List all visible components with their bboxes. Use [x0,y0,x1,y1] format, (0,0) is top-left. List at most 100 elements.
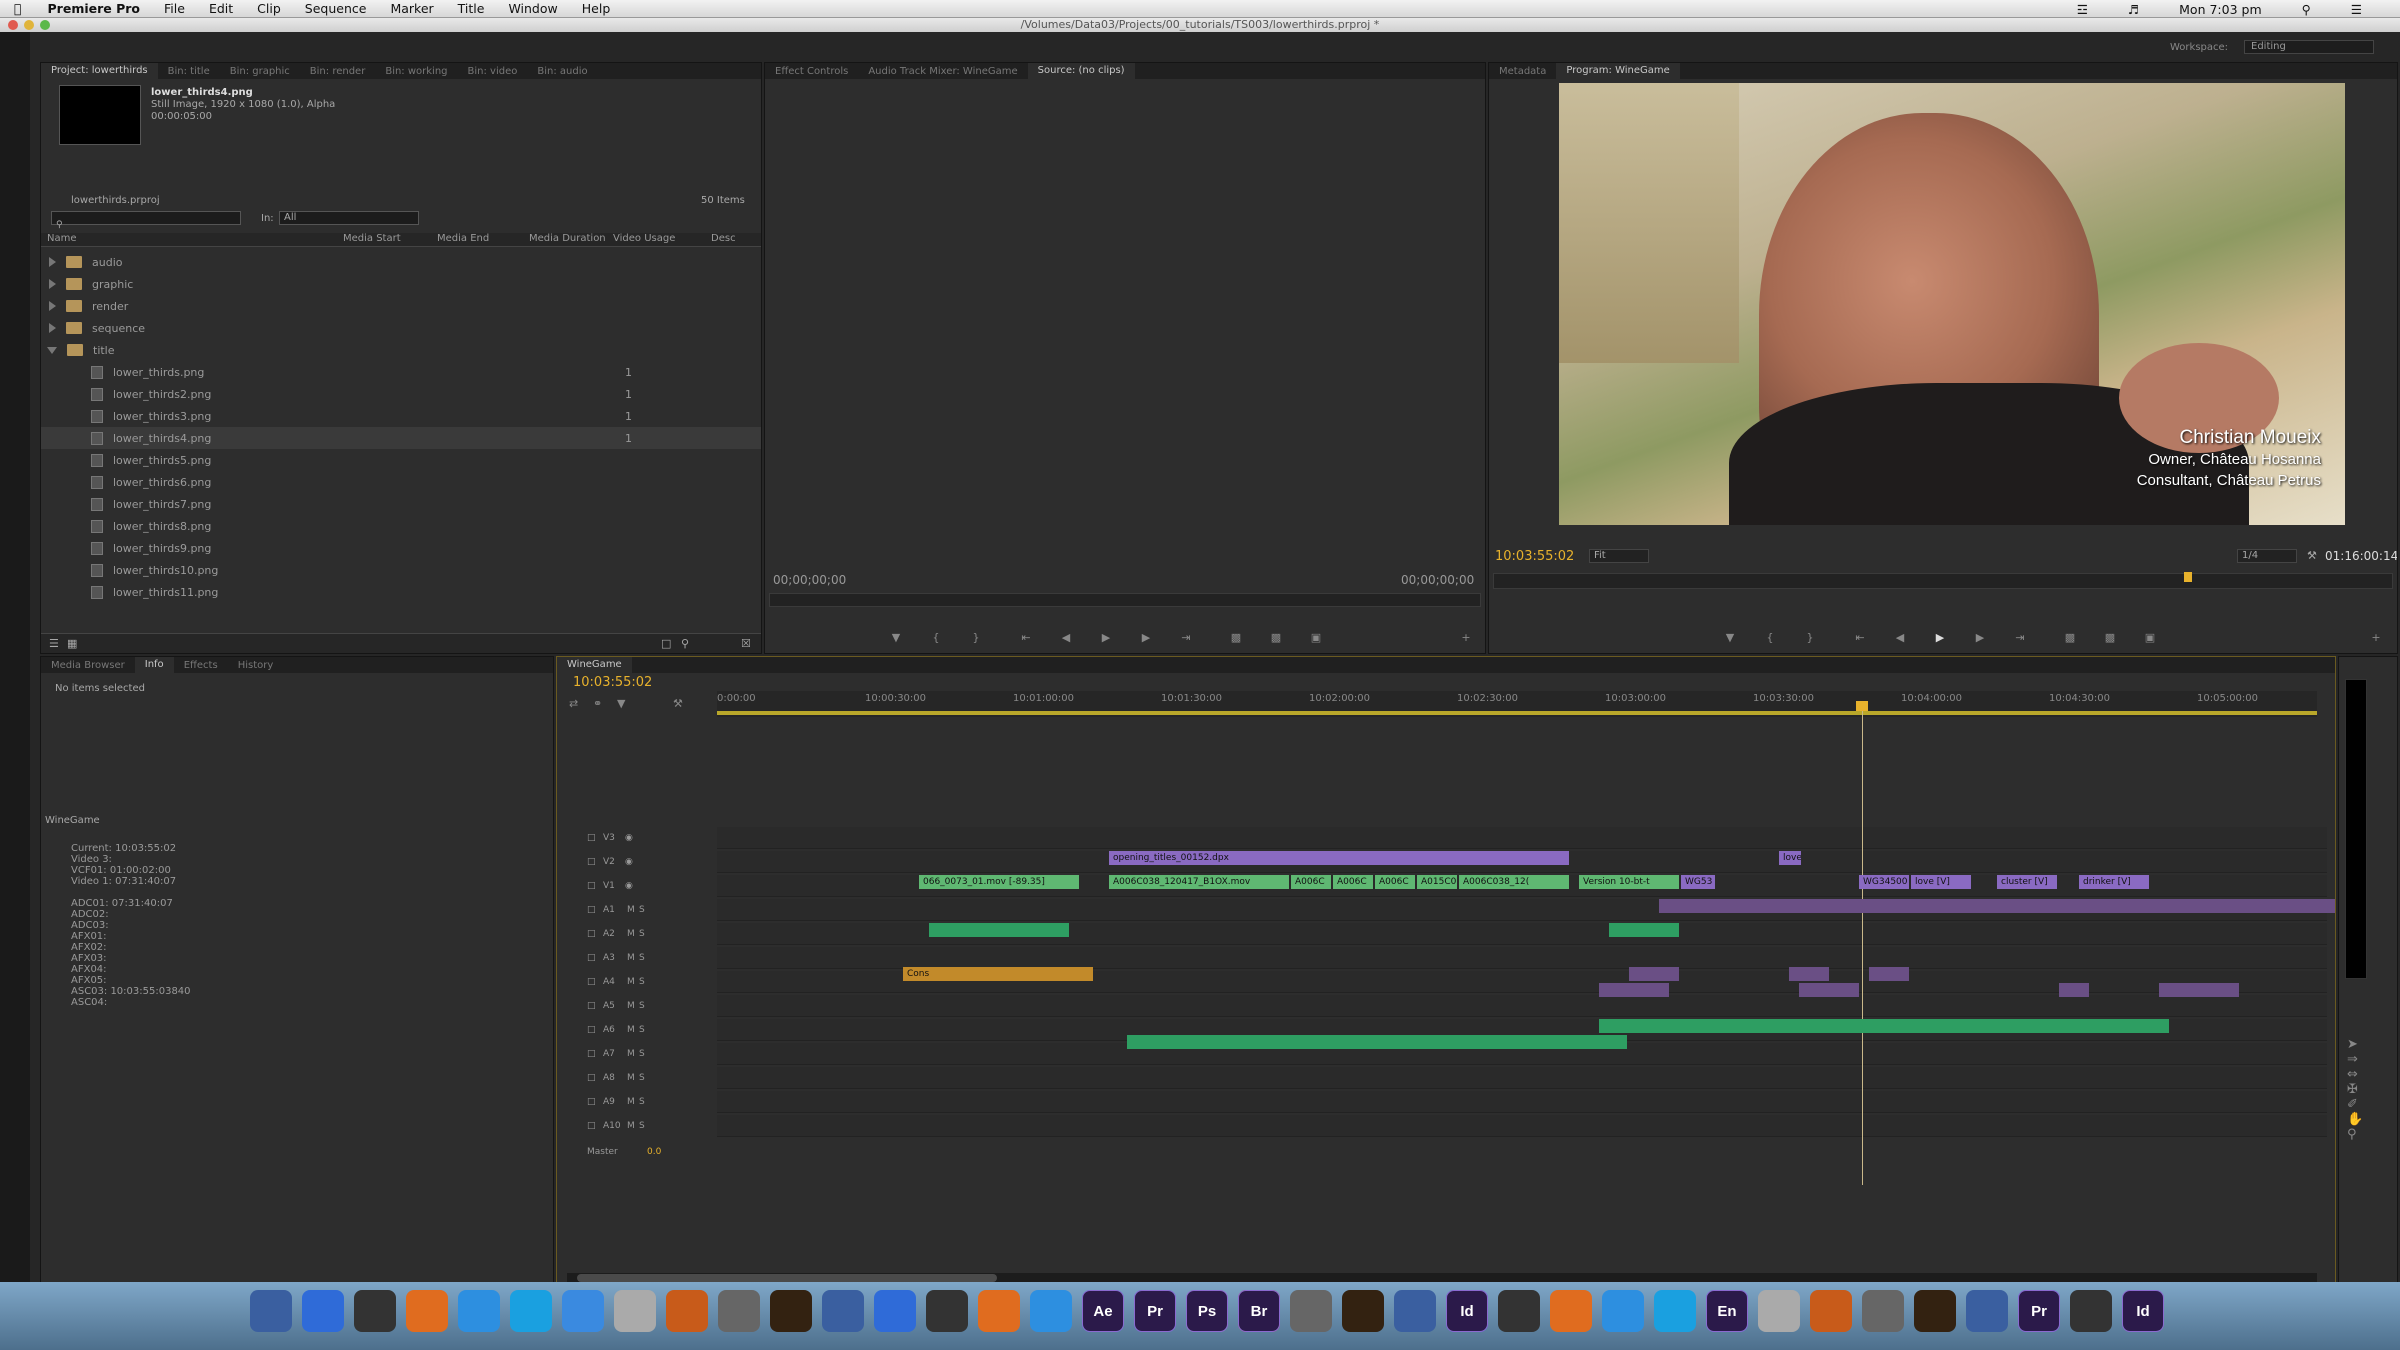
tab-sequence[interactable]: WineGame [557,657,632,673]
playhead-line[interactable] [1862,705,1863,1185]
audio-clip[interactable] [1599,983,1669,997]
mute-icon[interactable]: M [627,1073,639,1083]
source-scrubber[interactable] [769,593,1481,607]
eye-icon[interactable]: ◉ [625,857,639,867]
prog-add-button-icon[interactable]: + [2365,631,2387,647]
dock-app-icon[interactable] [666,1290,708,1332]
minimize-window-button[interactable] [24,20,34,30]
dock-app-icon[interactable] [614,1290,656,1332]
tab-bin-working[interactable]: Bin: working [375,66,457,77]
dock-app-icon[interactable] [874,1290,916,1332]
dock-app-icon[interactable] [1758,1290,1800,1332]
list-item[interactable]: lower_thirds5.png [41,449,761,471]
tab-media-browser[interactable]: Media Browser [41,660,135,671]
icon-view-icon[interactable]: ▦ [67,637,77,650]
dock-app-icon[interactable] [2070,1290,2112,1332]
audio-clip[interactable] [1659,899,2335,913]
mute-icon[interactable]: M [627,1025,639,1035]
dock-app-icon[interactable] [1550,1290,1592,1332]
audio-clip[interactable] [1799,983,1859,997]
clip-a6[interactable]: Cons [903,967,1093,981]
snap-icon[interactable]: ⇄ [569,697,578,710]
lock-icon[interactable]: □ [587,1121,603,1131]
menu-title[interactable]: Title [458,1,485,16]
go-out-icon[interactable]: ⇥ [1175,631,1197,647]
dock-app-icon[interactable] [458,1290,500,1332]
clip-love[interactable]: love [1779,851,1801,865]
timeline-ruler[interactable]: 0:00:00 10:00:30:00 10:01:00:00 10:01:30:00… [717,691,2317,717]
lock-icon[interactable]: □ [587,833,603,843]
col-name[interactable]: Name [47,233,77,244]
lock-icon[interactable]: □ [587,977,603,987]
timeline-hscroll-thumb[interactable] [577,1274,997,1282]
mute-icon[interactable]: M [627,1097,639,1107]
menu-help[interactable]: Help [582,1,611,16]
col-video-usage[interactable]: Video Usage [613,233,675,244]
audio-clip[interactable] [929,923,1069,937]
dock-app-icon[interactable] [822,1290,864,1332]
dock-app-labeled-icon[interactable]: Pr [1134,1290,1176,1332]
master-track[interactable]: Master 0.0 [587,1141,747,1163]
dock-app-icon[interactable] [978,1290,1020,1332]
list-item[interactable]: lower_thirds4.png 1 [41,427,761,449]
audio-track-header[interactable]: □ A8 M S [587,1067,2327,1089]
dock-app-icon[interactable] [406,1290,448,1332]
dock-app-labeled-icon[interactable]: Ps [1186,1290,1228,1332]
audio-track-header[interactable]: □ A6 M S [587,1019,2327,1041]
tab-bin-title[interactable]: Bin: title [158,66,220,77]
mute-icon[interactable]: M [627,977,639,987]
linked-select-icon[interactable]: ⚭ [593,697,602,710]
tab-metadata[interactable]: Metadata [1489,66,1556,77]
clip-v1l[interactable]: cluster [V] [1997,875,2057,889]
tab-bin-video[interactable]: Bin: video [458,66,528,77]
lock-icon[interactable]: □ [587,1073,603,1083]
mute-icon[interactable]: M [627,1049,639,1059]
list-item[interactable]: lower_thirds8.png [41,515,761,537]
mute-icon[interactable]: M [627,953,639,963]
audio-track-header[interactable]: □ A2 M S [587,923,2327,945]
play-icon[interactable]: ▶ [1095,631,1117,647]
prog-export-frame-icon[interactable]: ▣ [2139,631,2161,647]
add-button-icon[interactable]: + [1455,631,1477,647]
pen-tool-icon[interactable]: ✐ [2347,1097,2363,1112]
eye-icon[interactable]: ◉ [625,833,639,843]
col-media-start[interactable]: Media Start [343,233,401,244]
video-track-header[interactable]: □ V1 ◉ [587,875,2327,897]
mark-in-icon[interactable]: { [925,631,947,647]
dock-app-icon[interactable] [1394,1290,1436,1332]
search-input[interactable]: ⚲ [51,211,241,230]
tab-program[interactable]: Program: WineGame [1556,63,1680,79]
audio-clip[interactable] [1127,1035,1627,1049]
new-bin-icon[interactable]: □ [661,637,671,650]
playhead-handle[interactable] [1856,701,1868,711]
menu-marker[interactable]: Marker [390,1,433,16]
clip-v1i[interactable]: WG53 [1681,875,1715,889]
menu-window[interactable]: Window [508,1,557,16]
solo-icon[interactable]: S [639,977,651,987]
prog-mark-in-icon[interactable]: { [1759,631,1781,647]
dock-app-icon[interactable] [1914,1290,1956,1332]
zoom-window-button[interactable] [40,20,50,30]
notification-icon[interactable]: ☰ [2351,2,2362,17]
dock-app-labeled-icon[interactable]: Ae [1082,1290,1124,1332]
list-item[interactable]: lower_thirds.png 1 [41,361,761,383]
list-item[interactable]: lower_thirds3.png 1 [41,405,761,427]
disclosure-icon[interactable] [49,301,56,311]
solo-icon[interactable]: S [639,1121,651,1131]
audio-clip[interactable] [1789,967,1829,981]
mute-icon[interactable]: M [627,929,639,939]
list-item[interactable]: lower_thirds10.png [41,559,761,581]
mute-icon[interactable]: M [627,1121,639,1131]
clip-v1e[interactable]: A006C [1375,875,1415,889]
dock-app-icon[interactable] [1654,1290,1696,1332]
tab-history[interactable]: History [228,660,284,671]
dock-app-icon[interactable] [1966,1290,2008,1332]
menu-file[interactable]: File [164,1,185,16]
hand-tool-icon[interactable]: ✋ [2347,1112,2363,1127]
col-media-duration[interactable]: Media Duration [529,233,606,244]
dock-app-icon[interactable] [302,1290,344,1332]
add-marker-icon[interactable]: ▼ [617,697,625,710]
solo-icon[interactable]: S [639,1097,651,1107]
clip-v1m[interactable]: drinker [V] [2079,875,2149,889]
dock-app-icon[interactable] [1810,1290,1852,1332]
